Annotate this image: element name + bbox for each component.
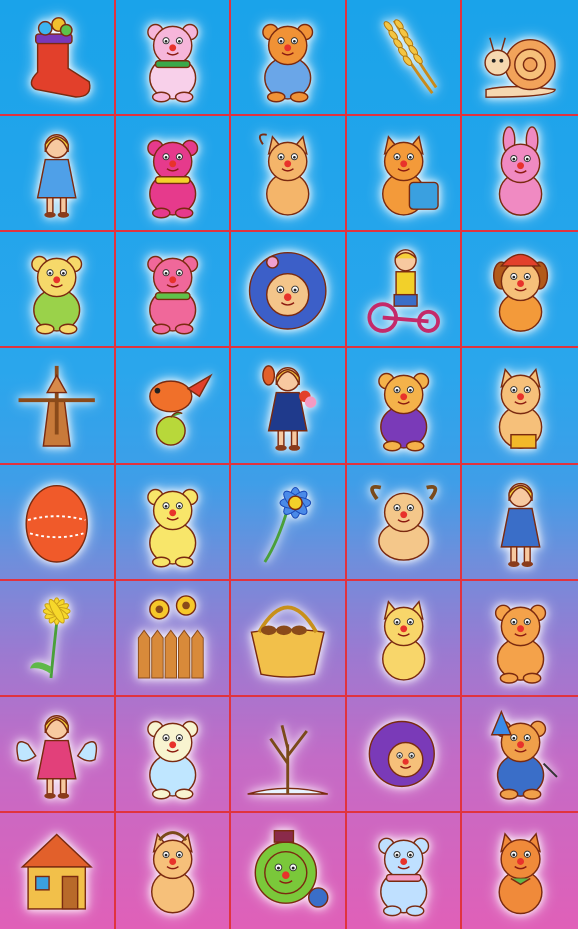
board-tile[interactable]	[231, 696, 347, 813]
board-tile[interactable]	[231, 116, 347, 233]
board-tile[interactable]	[231, 580, 347, 697]
girl-icon	[36, 134, 77, 219]
board-tile[interactable]	[462, 581, 578, 697]
sitting-girl-icon	[500, 482, 541, 567]
dandelion-icon	[30, 597, 71, 678]
winter-tree-icon	[247, 724, 329, 795]
board-tile[interactable]	[115, 464, 232, 581]
board-tile[interactable]	[462, 348, 578, 465]
board-tile[interactable]	[115, 116, 232, 233]
board-tile[interactable]	[347, 812, 463, 929]
board-tile[interactable]	[346, 232, 463, 349]
clown-ball-icon	[254, 830, 329, 908]
board-tile[interactable]	[462, 0, 578, 117]
orange-bear-icon	[262, 23, 314, 103]
board-tile[interactable]	[115, 348, 232, 465]
board-tile[interactable]	[346, 116, 463, 233]
house-icon	[20, 833, 93, 910]
board-tile[interactable]	[115, 580, 232, 697]
board-tile[interactable]	[346, 696, 463, 813]
board-tile[interactable]	[115, 0, 232, 117]
schoolboy-flowers-icon	[262, 364, 317, 451]
pink-bear-scarf-icon	[146, 256, 198, 335]
yellow-bear-icon	[31, 256, 83, 335]
board-tile[interactable]	[0, 232, 116, 349]
board-tile[interactable]	[231, 464, 347, 581]
board-tile[interactable]	[0, 116, 116, 233]
yellow-bear-sitting-icon	[146, 488, 198, 568]
yellow-cat-icon	[381, 599, 426, 681]
board-tile[interactable]	[462, 465, 578, 581]
board-tile[interactable]	[0, 580, 116, 697]
orange-bear-big-icon	[494, 604, 546, 684]
board-tile[interactable]	[0, 696, 116, 813]
bull-icon	[370, 484, 438, 561]
windmill-icon	[18, 365, 95, 447]
board-tile[interactable]	[346, 0, 463, 117]
board-tile[interactable]	[346, 348, 463, 465]
board-tile[interactable]	[462, 232, 578, 349]
board-tile[interactable]	[0, 0, 116, 117]
bear-wand-icon	[490, 709, 558, 800]
sunflowers-fence-icon	[137, 594, 204, 679]
board-tile[interactable]	[231, 0, 347, 117]
bear-overalls-icon	[378, 372, 430, 451]
bird-apple-icon	[148, 372, 213, 446]
pink-bunny-icon	[498, 126, 542, 217]
board-tile[interactable]	[0, 348, 116, 465]
cat-with-bag-icon	[381, 135, 439, 216]
calf-icon	[150, 831, 195, 914]
angel-girl-icon	[16, 714, 98, 799]
hedgehog-icon	[249, 252, 327, 331]
board-tile[interactable]	[0, 812, 116, 929]
board-tile[interactable]	[231, 232, 347, 349]
board-tile[interactable]	[115, 696, 232, 813]
cow-icon	[259, 133, 310, 216]
boy-tricycle-icon	[367, 249, 440, 334]
blue-bear-icon	[378, 837, 430, 917]
board-tile[interactable]	[231, 812, 347, 929]
cow-bucket-icon	[498, 367, 542, 449]
blue-flower-icon	[263, 486, 312, 563]
hedgehog-eating-icon	[368, 720, 435, 787]
dog-hat-icon	[492, 254, 548, 333]
board-tile[interactable]	[346, 580, 463, 697]
board-tile[interactable]	[462, 697, 578, 813]
wheat-ears-icon	[383, 19, 438, 95]
pink-bear-icon	[146, 23, 198, 103]
board-tile[interactable]	[462, 813, 578, 929]
white-bear-icon	[146, 720, 198, 800]
board-tile[interactable]	[346, 464, 463, 581]
painted-egg-icon	[25, 484, 89, 563]
picture-tile-board	[0, 0, 578, 929]
board-tile[interactable]	[462, 116, 578, 233]
mushroom-basket-icon	[250, 605, 326, 678]
orange-cat-icon	[498, 832, 543, 915]
magenta-bear-scarf-icon	[146, 140, 198, 219]
board-tile[interactable]	[116, 812, 232, 929]
board-tile[interactable]	[115, 232, 232, 349]
board-tile[interactable]	[0, 464, 116, 581]
snail-icon	[484, 37, 556, 99]
board-tile[interactable]	[231, 348, 347, 465]
candy-stocking-icon	[30, 17, 91, 98]
